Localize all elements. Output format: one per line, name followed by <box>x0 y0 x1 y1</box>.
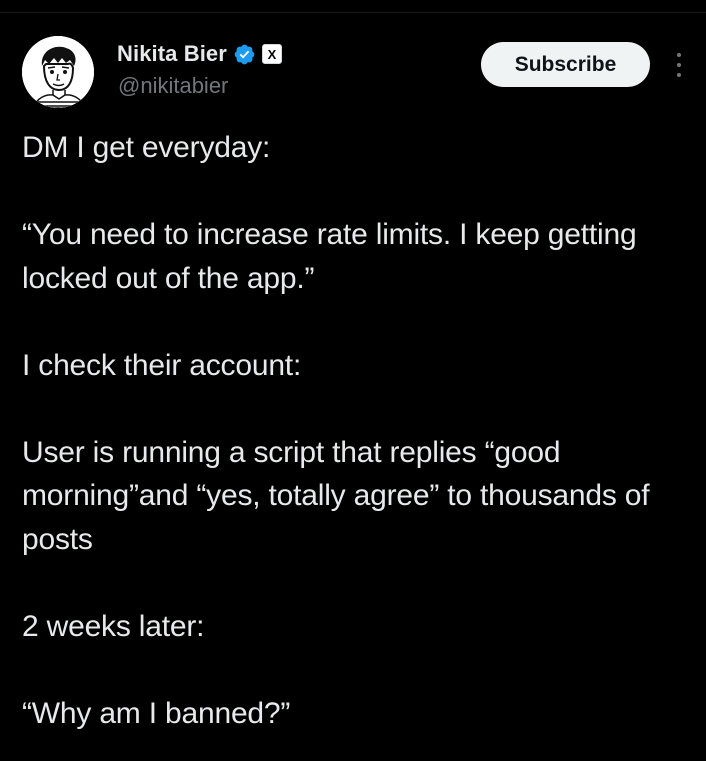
affiliate-badge-icon[interactable]: X <box>261 44 282 64</box>
tweet-header: Nikita Bier X @nikitabier Subscribe <box>22 36 686 110</box>
more-dot <box>677 53 681 57</box>
author-handle[interactable]: @nikitabier <box>118 73 228 99</box>
top-divider <box>0 12 706 13</box>
verified-badge-icon[interactable] <box>233 43 256 66</box>
tweet-paragraph: DM I get everyday: <box>22 131 271 164</box>
author-display-name[interactable]: Nikita Bier <box>117 41 227 67</box>
tweet-paragraph: “Why am I banned?” <box>22 696 291 730</box>
tweet-paragraph: “You need to increase rate limits. I kee… <box>22 218 637 295</box>
tweet-paragraph: I check their account: <box>22 348 302 382</box>
more-options-icon[interactable] <box>672 50 686 80</box>
tweet-paragraph: 2 weeks later: <box>22 609 205 643</box>
sketch-portrait-avatar-icon <box>22 36 94 108</box>
tweet-text: DM I get everyday: “You need to increase… <box>22 126 682 735</box>
subscribe-button[interactable]: Subscribe <box>481 42 650 87</box>
more-dot <box>677 63 681 67</box>
more-dot <box>677 73 681 77</box>
author-name-row: Nikita Bier X <box>117 40 282 68</box>
tweet-paragraph: User is running a script that replies “g… <box>22 435 650 556</box>
avatar[interactable] <box>22 36 94 108</box>
